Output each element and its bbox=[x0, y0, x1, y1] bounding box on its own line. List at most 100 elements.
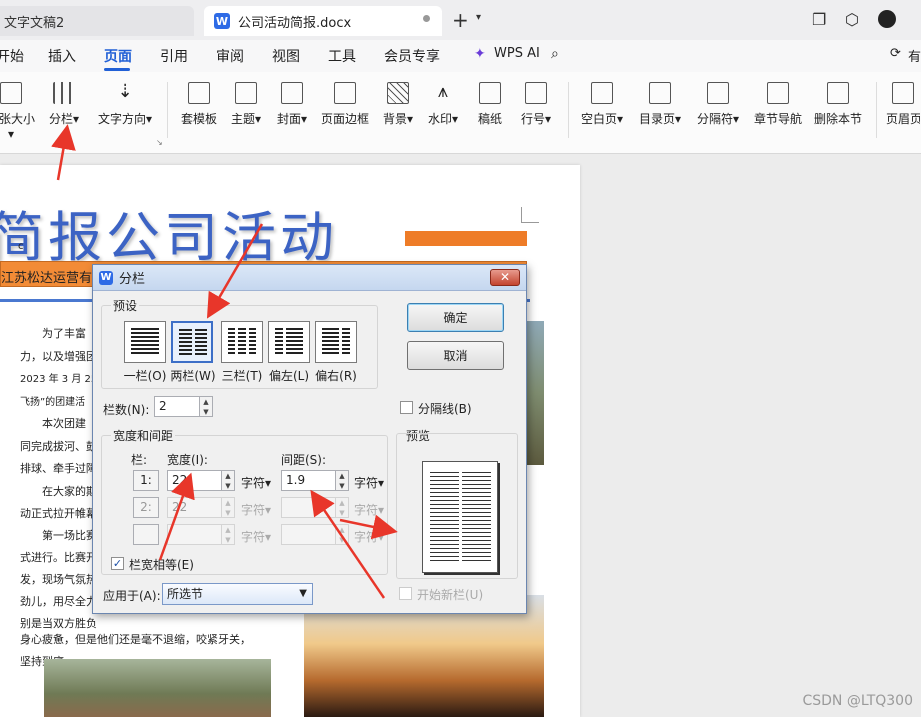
columns-dialog: W 分栏 ✕ 预设 一栏(O) 两栏(W) 三栏(T) 偏左(L) 偏右(R) … bbox=[92, 264, 527, 614]
separator-label: 分隔线(B) bbox=[418, 402, 472, 416]
line-number-button[interactable]: 行号▾ bbox=[516, 82, 556, 127]
background-button[interactable]: 背景▾ bbox=[380, 82, 416, 127]
preset-right-label: 偏右(R) bbox=[315, 369, 357, 383]
separator-button[interactable]: 分隔符▾ bbox=[694, 82, 742, 127]
preset-two-columns[interactable] bbox=[171, 321, 213, 363]
paper-size-icon bbox=[0, 82, 22, 104]
title-bar: 文字文稿2 W 公司活动简报.docx + ▾ ❐ ⬡ bbox=[0, 0, 921, 40]
tab-inactive-document[interactable]: 文字文稿2 bbox=[0, 6, 194, 36]
paragraph-line: 动正式拉开帷幕 bbox=[20, 507, 97, 520]
equal-width-checkbox[interactable]: ✓ bbox=[111, 557, 124, 570]
cloud-sync-icon[interactable]: ⟳ bbox=[890, 46, 901, 61]
wps-ai-icon[interactable]: ✦ bbox=[474, 46, 486, 62]
cube-icon[interactable]: ⬡ bbox=[845, 10, 859, 29]
apply-to-select[interactable]: 所选节 ▼ bbox=[162, 583, 313, 605]
page-border-button[interactable]: 页面边框 bbox=[318, 82, 372, 127]
spacing-stepper[interactable]: ▲ ▼ bbox=[335, 470, 349, 491]
watermark-button[interactable]: ⩚ 水印▾ bbox=[425, 82, 461, 127]
window-restore-icon[interactable]: ❐ bbox=[812, 10, 826, 29]
menu-bar: 开始 插入 页面 引用 审阅 视图 工具 会员专享 ✦ WPS AI ⌕ ⟳ 有 bbox=[0, 40, 921, 72]
tab-list-chevron-icon[interactable]: ▾ bbox=[476, 12, 481, 23]
spacing-unit-disabled: 字符▾ bbox=[354, 530, 385, 544]
column-count-input[interactable]: 2 bbox=[154, 396, 200, 417]
width-stepper[interactable]: ▲ ▼ bbox=[221, 470, 235, 491]
avatar-icon[interactable] bbox=[878, 10, 896, 28]
tab-active-document[interactable]: W 公司活动简报.docx bbox=[204, 6, 442, 36]
column-count-stepper[interactable]: ▲ ▼ bbox=[199, 396, 213, 417]
menu-page[interactable]: 页面 bbox=[104, 46, 132, 66]
new-tab-plus-icon[interactable]: + bbox=[452, 8, 469, 32]
line-number-icon bbox=[525, 82, 547, 104]
unsaved-dot-icon[interactable] bbox=[423, 15, 430, 22]
preset-left[interactable] bbox=[268, 321, 310, 363]
template-label: 套模板 bbox=[180, 112, 217, 126]
apply-to-value: 所选节 bbox=[167, 587, 204, 601]
dialog-launcher-icon[interactable]: ↘ bbox=[156, 138, 163, 147]
menu-view[interactable]: 视图 bbox=[272, 46, 300, 66]
tab-active-label: 公司活动简报.docx bbox=[238, 15, 352, 31]
orange-accent-bar bbox=[405, 231, 527, 246]
width-spacing-label: 宽度和间距 bbox=[111, 427, 176, 444]
header-icon bbox=[892, 82, 914, 104]
page-border-icon bbox=[334, 82, 356, 104]
header-button[interactable]: 页眉页 bbox=[886, 82, 920, 127]
menu-home[interactable]: 开始 bbox=[0, 46, 24, 66]
paragraph-line: 在大家的期 bbox=[42, 485, 97, 498]
text-direction-label: 文字方向▾ bbox=[97, 112, 153, 126]
delete-section-button[interactable]: 删除本节 bbox=[812, 82, 864, 127]
new-column-checkbox bbox=[399, 587, 412, 600]
preset-one-column[interactable] bbox=[124, 321, 166, 363]
width-input-disabled bbox=[167, 524, 222, 545]
width-stepper-disabled: ▲ ▼ bbox=[221, 497, 235, 518]
template-icon bbox=[188, 82, 210, 104]
ok-button[interactable]: 确定 bbox=[407, 303, 504, 332]
columns-icon bbox=[53, 82, 75, 104]
toc-page-button[interactable]: 目录页▾ bbox=[636, 82, 684, 127]
spacing-unit-dropdown[interactable]: 字符▾ bbox=[354, 474, 384, 491]
paragraph-line: 身心疲惫，但是他们还是毫不退缩，咬紧牙关， bbox=[20, 633, 251, 646]
width-header: 宽度(I): bbox=[167, 453, 208, 467]
tab-inactive-label: 文字文稿2 bbox=[4, 15, 65, 31]
paper-size-button[interactable]: 纸张大小▾ bbox=[0, 82, 36, 141]
spacing-input[interactable]: 1.9 bbox=[281, 470, 336, 491]
menu-references[interactable]: 引用 bbox=[160, 46, 188, 66]
spacing-input-disabled bbox=[281, 497, 336, 518]
presets-label: 预设 bbox=[111, 297, 140, 314]
menu-wps-ai[interactable]: WPS AI bbox=[494, 46, 540, 61]
width-input[interactable]: 22 bbox=[167, 470, 222, 491]
spacing-stepper-disabled: ▲ ▼ bbox=[335, 497, 349, 518]
cancel-button[interactable]: 取消 bbox=[407, 341, 504, 370]
separator-checkbox[interactable] bbox=[400, 401, 413, 414]
theme-button[interactable]: 主题▾ bbox=[228, 82, 264, 127]
preset-three-columns[interactable] bbox=[221, 321, 263, 363]
separator-icon bbox=[707, 82, 729, 104]
menu-insert[interactable]: 插入 bbox=[48, 46, 76, 66]
separator-label: 分隔符▾ bbox=[696, 112, 740, 126]
menu-review[interactable]: 审阅 bbox=[216, 46, 244, 66]
preset-right[interactable] bbox=[315, 321, 357, 363]
text-direction-button[interactable]: ⇣ 文字方向▾ bbox=[94, 82, 156, 127]
paper-size-label: 纸张大小▾ bbox=[0, 112, 35, 141]
close-icon[interactable]: ✕ bbox=[490, 269, 520, 286]
wps-writer-icon: W bbox=[99, 270, 113, 285]
template-button[interactable]: 套模板 bbox=[179, 82, 219, 127]
columns-button[interactable]: 分栏▾ bbox=[44, 82, 84, 127]
menu-member[interactable]: 会员专享 bbox=[384, 46, 440, 66]
manuscript-button[interactable]: 稿纸 bbox=[474, 82, 506, 127]
width-unit-disabled: 字符▾ bbox=[241, 530, 272, 544]
section-nav-button[interactable]: 章节导航 bbox=[752, 82, 804, 127]
section-nav-label: 章节导航 bbox=[753, 112, 802, 126]
menu-right-label[interactable]: 有 bbox=[908, 46, 921, 65]
paragraph-line: 为了丰富 bbox=[42, 327, 86, 340]
ribbon-divider bbox=[568, 82, 569, 138]
column-count-label: 栏数(N): bbox=[103, 403, 150, 417]
paragraph-line: 2023 年 3 月 25 bbox=[20, 374, 98, 385]
width-unit-dropdown[interactable]: 字符▾ bbox=[241, 474, 271, 491]
spacing-input-disabled bbox=[281, 524, 336, 545]
search-icon[interactable]: ⌕ bbox=[551, 46, 559, 62]
cover-button[interactable]: 封面▾ bbox=[274, 82, 310, 127]
apply-to-label: 应用于(A): bbox=[103, 589, 161, 603]
blank-page-button[interactable]: 空白页▾ bbox=[578, 82, 626, 127]
menu-active-underline bbox=[104, 68, 130, 71]
menu-tools[interactable]: 工具 bbox=[328, 46, 356, 66]
